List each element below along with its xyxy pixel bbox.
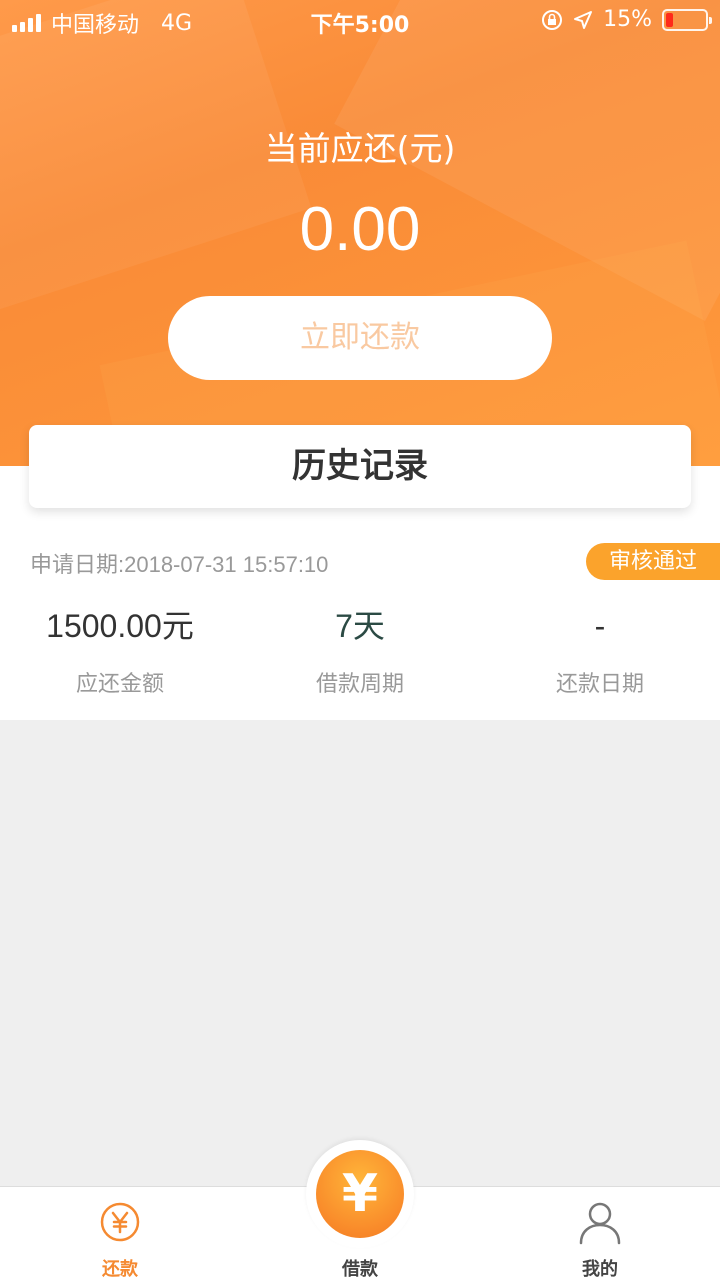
stat-value: 7天 xyxy=(335,608,385,644)
battery-percent: 15% xyxy=(603,7,652,32)
header-banner: 中国移动 4G 下午5:00 15% 当前应还(元) 0.00 立即还款 xyxy=(0,0,720,466)
status-bar: 中国移动 4G 下午5:00 15% xyxy=(0,0,720,40)
stat-value: 1500.00元 xyxy=(46,608,194,644)
battery-icon xyxy=(662,8,712,31)
yen-circle-icon xyxy=(100,1202,140,1242)
yen-icon: ¥ xyxy=(316,1150,404,1238)
repay-now-button[interactable]: 立即还款 xyxy=(168,296,552,380)
tab-label: 还款 xyxy=(102,1259,138,1280)
tab-repay[interactable]: 还款 xyxy=(0,1187,240,1280)
apply-date: 申请日期:2018-07-31 15:57:10 xyxy=(30,552,329,577)
tab-label: 借款 xyxy=(342,1259,378,1280)
status-badge: 审核通过 xyxy=(586,543,720,580)
due-label: 当前应还(元) xyxy=(264,129,456,168)
stat-value: - xyxy=(594,608,606,644)
borrow-center-button[interactable]: ¥ xyxy=(306,1140,414,1248)
tab-label: 我的 xyxy=(582,1259,618,1280)
stat-label: 应还金额 xyxy=(75,672,164,697)
user-icon xyxy=(579,1202,621,1245)
stat-amount-due: 1500.00元 应还金额 xyxy=(0,604,240,698)
due-amount: 0.00 xyxy=(299,195,421,264)
tab-mine[interactable]: 我的 xyxy=(480,1187,720,1280)
stat-loan-period: 7天 借款周期 xyxy=(240,604,480,698)
rotation-lock-icon xyxy=(542,9,563,30)
stat-repay-date: - 还款日期 xyxy=(480,604,720,698)
stat-label: 借款周期 xyxy=(315,672,404,697)
history-records-card[interactable]: 历史记录 xyxy=(29,425,691,508)
location-arrow-icon xyxy=(574,10,593,29)
stat-label: 还款日期 xyxy=(555,672,644,697)
